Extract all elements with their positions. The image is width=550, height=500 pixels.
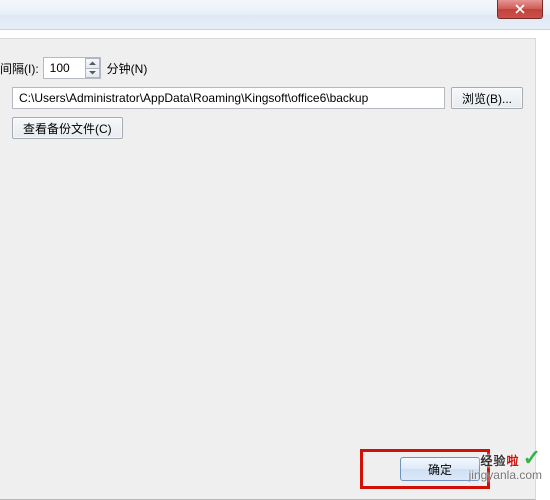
ok-button-label: 确定 <box>428 461 452 478</box>
chevron-up-icon <box>89 61 96 66</box>
chevron-down-icon <box>89 70 96 75</box>
interval-row: 间隔(I): 分钟(N) <box>0 57 523 79</box>
close-icon <box>515 4 525 14</box>
ok-button[interactable]: 确定 <box>400 457 480 481</box>
backup-path-input[interactable] <box>12 87 445 109</box>
close-button[interactable] <box>497 0 543 19</box>
path-row: 浏览(B)... <box>0 87 523 109</box>
spinner-down[interactable] <box>85 69 100 79</box>
spinner-up[interactable] <box>85 58 100 69</box>
view-backup-row: 查看备份文件(C) <box>0 117 523 139</box>
view-backup-button[interactable]: 查看备份文件(C) <box>12 117 123 139</box>
interval-label: 间隔(I): <box>0 60 39 77</box>
interval-spinner[interactable] <box>43 57 101 79</box>
dialog-pane: 间隔(I): 分钟(N) 浏览(B)... 查看备份文件(C) <box>0 38 536 500</box>
window-titlebar <box>0 0 550 30</box>
browse-button[interactable]: 浏览(B)... <box>451 87 523 109</box>
dialog-footer: 确定 <box>0 441 535 499</box>
interval-unit-label: 分钟(N) <box>107 60 148 77</box>
